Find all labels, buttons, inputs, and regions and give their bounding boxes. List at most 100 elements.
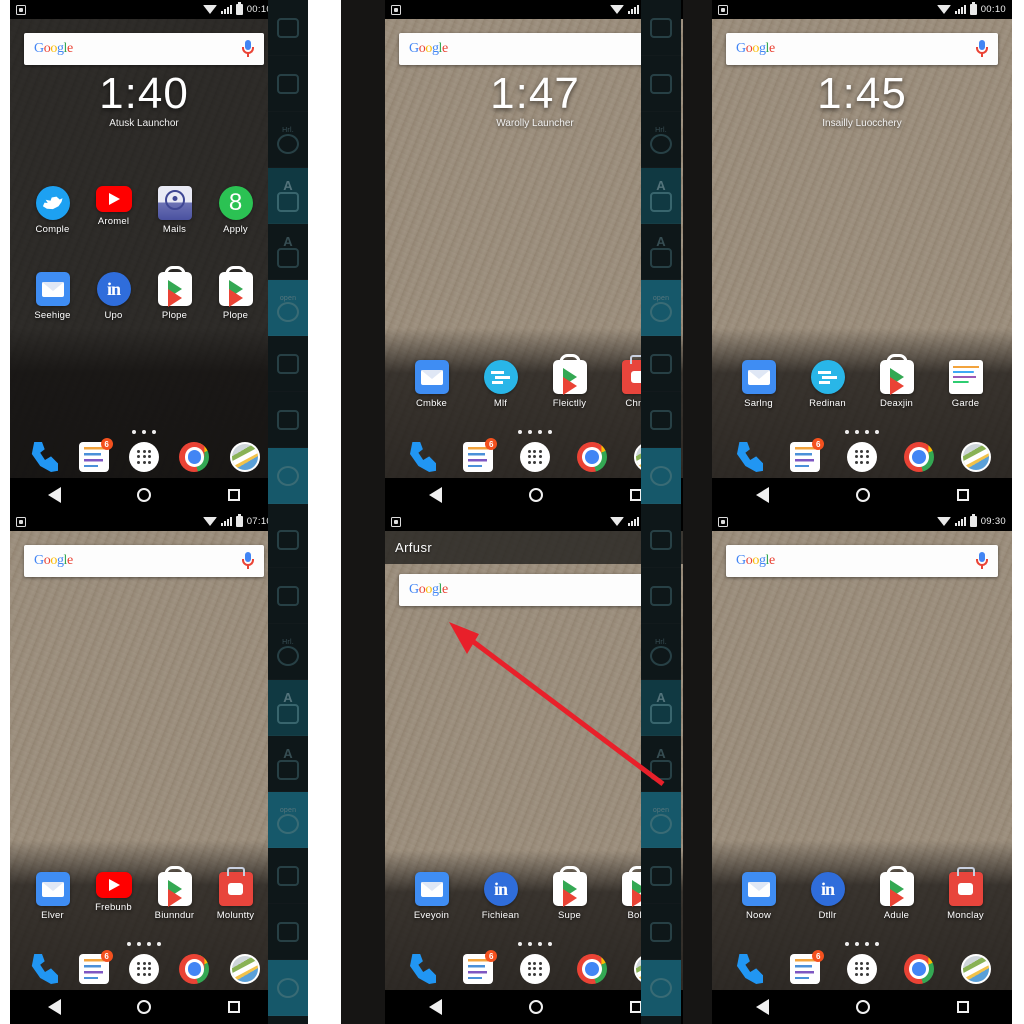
back-triangle-icon[interactable] xyxy=(428,487,442,503)
app-shortcut[interactable]: Redinan xyxy=(793,360,862,409)
tray-item-chat[interactable]: A xyxy=(641,736,681,792)
google-search-widget[interactable]: Google xyxy=(726,545,998,577)
clock-widget[interactable]: 1:47 Warolly Launcher xyxy=(385,71,683,130)
app-shortcut[interactable]: Cmbke xyxy=(397,360,466,409)
chrome-icon[interactable] xyxy=(179,954,210,984)
back-triangle-icon[interactable] xyxy=(48,487,62,503)
tray-item-person[interactable] xyxy=(268,848,308,904)
tray-item-target[interactable]: open xyxy=(268,792,308,848)
dock-item[interactable] xyxy=(507,954,564,984)
gmail-classic-icon[interactable] xyxy=(157,186,192,220)
app-drawer-icon[interactable] xyxy=(519,442,550,472)
tray-item-envelope[interactable] xyxy=(268,568,308,624)
dock-item[interactable] xyxy=(169,954,219,984)
play-store-icon[interactable] xyxy=(157,272,192,307)
back-triangle-icon[interactable] xyxy=(755,999,769,1015)
app-shortcut[interactable]: Deaxjin xyxy=(862,360,931,409)
chrome-icon[interactable] xyxy=(179,442,210,472)
phone-icon[interactable] xyxy=(406,954,436,984)
home-circle-icon[interactable] xyxy=(855,1000,870,1014)
google-search-widget[interactable]: Google xyxy=(399,33,671,65)
chrome-icon[interactable] xyxy=(903,954,934,984)
messages-icon[interactable]: 6 xyxy=(790,950,825,984)
clock-widget[interactable]: 1:40 Atusk Launchor xyxy=(10,71,278,130)
tray-item-letter-a[interactable]: A xyxy=(641,168,681,224)
play-store-icon[interactable] xyxy=(218,272,253,307)
phone-icon[interactable] xyxy=(733,954,763,984)
app-shortcut[interactable]: Comple xyxy=(22,186,83,235)
tray-item-envelope[interactable] xyxy=(641,56,681,112)
maps-icon[interactable] xyxy=(229,954,260,984)
home-circle-icon[interactable] xyxy=(137,1000,152,1014)
recents-square-icon[interactable] xyxy=(227,489,240,501)
maps-icon[interactable] xyxy=(960,442,991,472)
chrome-icon[interactable] xyxy=(903,442,934,472)
tray-item-code[interactable] xyxy=(268,1016,308,1024)
dock-item[interactable] xyxy=(119,442,169,472)
app-shortcut[interactable]: Adule xyxy=(862,872,931,921)
tray-item-download[interactable] xyxy=(268,904,308,960)
tray-item-animal[interactable] xyxy=(268,960,308,1016)
recents-square-icon[interactable] xyxy=(227,1001,240,1013)
home-circle-icon[interactable] xyxy=(528,488,543,502)
messages-icon[interactable]: 6 xyxy=(78,950,113,984)
recents-square-icon[interactable] xyxy=(956,1001,969,1013)
home-circle-icon[interactable] xyxy=(137,488,152,502)
home-circle-icon[interactable] xyxy=(528,1000,543,1014)
play-store-icon[interactable] xyxy=(879,872,914,907)
app-shortcut[interactable]: Biunndur xyxy=(144,872,205,921)
tray-item-mail[interactable] xyxy=(268,512,308,568)
home-circle-icon[interactable] xyxy=(855,488,870,502)
tray-item-letter-a[interactable]: A xyxy=(268,168,308,224)
app-shortcut[interactable]: Dtllr xyxy=(793,872,862,921)
dock-item[interactable]: 6 xyxy=(777,438,834,472)
tray-item-shield[interactable]: Hrl. xyxy=(268,624,308,680)
tray-item-person[interactable] xyxy=(641,848,681,904)
play-store-icon[interactable] xyxy=(552,872,587,907)
maps-icon[interactable] xyxy=(960,954,991,984)
tray-item-code[interactable] xyxy=(268,504,308,512)
app-shortcut[interactable]: Fleictlly xyxy=(535,360,604,409)
cyan-lines-icon[interactable] xyxy=(483,360,518,394)
phone-icon[interactable] xyxy=(28,954,58,984)
dock-item[interactable] xyxy=(834,954,891,984)
recents-square-icon[interactable] xyxy=(629,489,642,501)
dock-item[interactable]: 6 xyxy=(450,950,507,984)
app-shortcut[interactable]: Plope xyxy=(144,272,205,321)
tray-item-shield[interactable]: Hrl. xyxy=(641,624,681,680)
tray-item-chat[interactable]: A xyxy=(641,224,681,280)
app-tray-strip[interactable]: Hrl. A Aopen xyxy=(641,512,681,1024)
youtube-icon[interactable] xyxy=(95,872,132,898)
dock-item[interactable] xyxy=(393,954,450,984)
tray-item-letter-a[interactable]: A xyxy=(641,680,681,736)
eight-ball-icon[interactable] xyxy=(218,186,253,220)
phone-icon[interactable] xyxy=(28,442,58,472)
app-shortcut[interactable]: Plope xyxy=(205,272,266,321)
linkedin-icon[interactable] xyxy=(810,872,845,906)
play-store-icon[interactable] xyxy=(879,360,914,395)
dock-item[interactable] xyxy=(220,954,270,984)
dock-item[interactable] xyxy=(393,442,450,472)
tray-item-animal[interactable] xyxy=(641,960,681,1016)
app-tray-strip[interactable]: Hrl. A Aopen xyxy=(641,0,681,512)
email-icon[interactable] xyxy=(741,872,776,906)
microphone-icon[interactable] xyxy=(976,40,988,58)
microphone-icon[interactable] xyxy=(242,40,254,58)
maps-icon[interactable] xyxy=(229,442,260,472)
dock-item[interactable] xyxy=(220,442,270,472)
app-shortcut[interactable]: Monclay xyxy=(931,872,1000,921)
app-shortcut[interactable]: Mails xyxy=(144,186,205,235)
chrome-icon[interactable] xyxy=(576,954,607,984)
dock-item[interactable] xyxy=(947,442,1004,472)
recents-square-icon[interactable] xyxy=(956,489,969,501)
note-icon[interactable] xyxy=(948,360,983,394)
dock-item[interactable] xyxy=(947,954,1004,984)
red-case-icon[interactable] xyxy=(948,872,983,906)
dock-item[interactable] xyxy=(720,954,777,984)
app-shortcut[interactable]: Noow xyxy=(724,872,793,921)
messages-icon[interactable]: 6 xyxy=(790,438,825,472)
google-search-widget[interactable]: Google xyxy=(399,574,671,606)
red-case-icon[interactable] xyxy=(218,872,253,906)
app-drawer-icon[interactable] xyxy=(129,442,160,472)
clock-widget[interactable]: 1:45 Insailly Luocchery xyxy=(712,71,1012,130)
